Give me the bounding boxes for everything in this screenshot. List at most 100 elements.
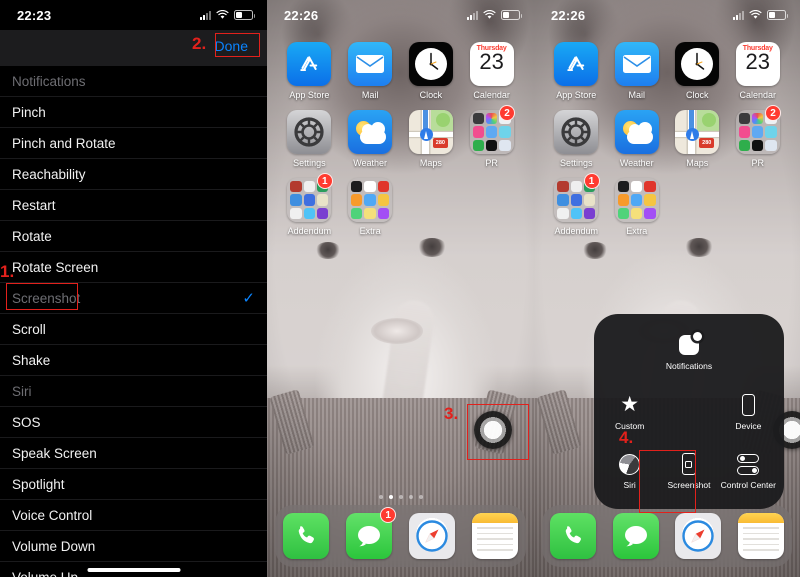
wifi-icon (216, 10, 229, 20)
app-app-store[interactable]: App Store (279, 42, 340, 100)
list-item-volume-down[interactable]: Volume Down (0, 531, 267, 562)
app-grid: App Store Mail Clock Thursday 23 Calenda… (534, 42, 800, 246)
wifi-icon (483, 10, 496, 20)
list-item-sos[interactable]: SOS (0, 407, 267, 438)
menu-item-custom[interactable]: ★ Custom (600, 392, 659, 432)
list-item-pinch[interactable]: Pinch (0, 97, 267, 128)
dock-app-notes[interactable] (737, 513, 784, 559)
app-folder-pr[interactable]: 2 PR (728, 105, 789, 168)
app-row-2: Settings Weather 280 Maps 2 PR (279, 105, 522, 178)
app-settings[interactable]: Settings (546, 110, 607, 168)
menu-item-screenshot[interactable]: Screenshot (659, 451, 718, 491)
list-item-restart[interactable]: Restart (0, 190, 267, 221)
app-label: Maps (419, 158, 442, 168)
dock: Phone 1 Messages Safari (275, 505, 526, 567)
menu-item-device[interactable]: Device (719, 392, 778, 432)
battery-icon (501, 10, 522, 20)
list-item-spotlight[interactable]: Spotlight (0, 469, 267, 500)
app-label: Clock (685, 90, 709, 100)
app-folder-extra[interactable]: Extra (340, 178, 401, 236)
dock-app-messages[interactable]: 1 Messages (346, 507, 397, 559)
status-time: 22:26 (551, 7, 586, 23)
messages-icon (612, 513, 659, 559)
wifi-icon (749, 10, 762, 20)
app-row-3: 1 Addendum Extra (279, 173, 522, 246)
app-mail[interactable]: Mail (340, 42, 401, 100)
app-calendar[interactable]: Thursday 23 Calendar (461, 42, 522, 100)
dock-app-notes[interactable]: Notes (471, 513, 518, 559)
menu-item-label: Siri (623, 480, 636, 491)
dock-app-safari[interactable]: Safari (408, 513, 455, 559)
badge-count: 2 (765, 105, 781, 121)
badge-count: 1 (316, 173, 333, 189)
dock-app-messages[interactable] (612, 513, 659, 559)
list-item-speak-screen[interactable]: Speak Screen (0, 438, 267, 469)
annotation-number-3: 3. (444, 404, 459, 423)
dock-app-phone[interactable]: Phone (283, 513, 330, 559)
list-item-label: Rotate (12, 228, 52, 244)
app-label: Mail (628, 90, 645, 100)
app-app-store[interactable]: App Store (546, 42, 607, 100)
app-folder-addendum[interactable]: 1 Addendum (279, 173, 340, 236)
app-clock[interactable]: Clock (401, 42, 462, 100)
app-weather[interactable]: Weather (340, 110, 401, 168)
list-item-label: Volume Down (12, 538, 96, 554)
list-item-reachability[interactable]: Reachability (0, 159, 267, 190)
list-item-voice-control[interactable]: Voice Control (0, 500, 267, 531)
app-weather[interactable]: Weather (607, 110, 668, 168)
list-item-label: Pinch and Rotate (12, 135, 116, 151)
notifications-icon (678, 332, 702, 358)
assistive-touch-button[interactable] (474, 411, 512, 449)
app-label: Clock (419, 90, 443, 100)
list-item-rotate[interactable]: Rotate (0, 221, 267, 252)
menu-item-label: Device (735, 420, 762, 431)
list-item-label: Speak Screen (12, 445, 97, 461)
app-clock[interactable]: Clock (667, 42, 728, 100)
annotation-number-1: 1. (0, 262, 15, 281)
menu-item-notifications[interactable]: Notifications (659, 332, 718, 372)
weather-icon (614, 110, 659, 154)
maps-route-shield: 280 (699, 138, 715, 148)
app-maps[interactable]: 280 Maps (667, 110, 728, 168)
app-label: PR (751, 158, 764, 168)
weather-icon (348, 110, 393, 154)
page-dots[interactable] (267, 495, 534, 499)
phone-icon (283, 513, 330, 559)
app-calendar[interactable]: Thursday 23 Calendar (728, 42, 789, 100)
app-label: Weather (353, 158, 388, 168)
list-item-pinch-and-rotate[interactable]: Pinch and Rotate (0, 128, 267, 159)
list-item-screenshot[interactable]: Screenshot ✓ (0, 283, 267, 314)
app-maps[interactable]: 280 Maps (401, 110, 462, 168)
app-label: Mail (361, 90, 379, 100)
app-label: Weather (619, 158, 654, 168)
app-label: App Store (289, 90, 330, 100)
maps-icon: 280 (675, 110, 720, 154)
list-item-siri[interactable]: Siri (0, 376, 267, 407)
app-folder-addendum[interactable]: 1 Addendum (546, 173, 607, 236)
list-item-label: Pinch (12, 104, 46, 120)
device-icon (741, 392, 755, 418)
menu-item-control-center[interactable]: Control Center (719, 451, 778, 491)
signal-bars-icon (200, 10, 211, 20)
battery-icon (767, 10, 788, 20)
app-folder-extra[interactable]: Extra (607, 178, 668, 236)
maps-icon: 280 (408, 110, 453, 154)
calendar-icon: Thursday 23 (469, 42, 514, 86)
app-folder-pr[interactable]: 2 PR (461, 105, 522, 168)
action-list[interactable]: Notifications Pinch Pinch and Rotate Rea… (0, 66, 267, 577)
app-row-1: App Store Mail Clock Thursday 23 Calenda… (546, 42, 788, 110)
list-item-shake[interactable]: Shake (0, 345, 267, 376)
assistive-touch-menu: Notifications ★ Custom Device Siri Scree… (594, 314, 784, 509)
app-settings[interactable]: Settings (279, 110, 340, 168)
app-label: Extra (359, 226, 381, 236)
list-item-rotate-screen[interactable]: Rotate Screen (0, 252, 267, 283)
menu-item-siri[interactable]: Siri (600, 451, 659, 491)
list-item-label: SOS (12, 414, 41, 430)
list-item-notifications[interactable]: Notifications (0, 66, 267, 97)
dock-app-phone[interactable] (550, 513, 597, 559)
dock-app-safari[interactable] (675, 513, 722, 559)
done-button[interactable]: Done (208, 36, 255, 56)
app-mail[interactable]: Mail (607, 42, 668, 100)
panel-assistivetouch-settings: 22:23 Done Notifications Pinch Pinch and… (0, 0, 267, 577)
list-item-scroll[interactable]: Scroll (0, 314, 267, 345)
